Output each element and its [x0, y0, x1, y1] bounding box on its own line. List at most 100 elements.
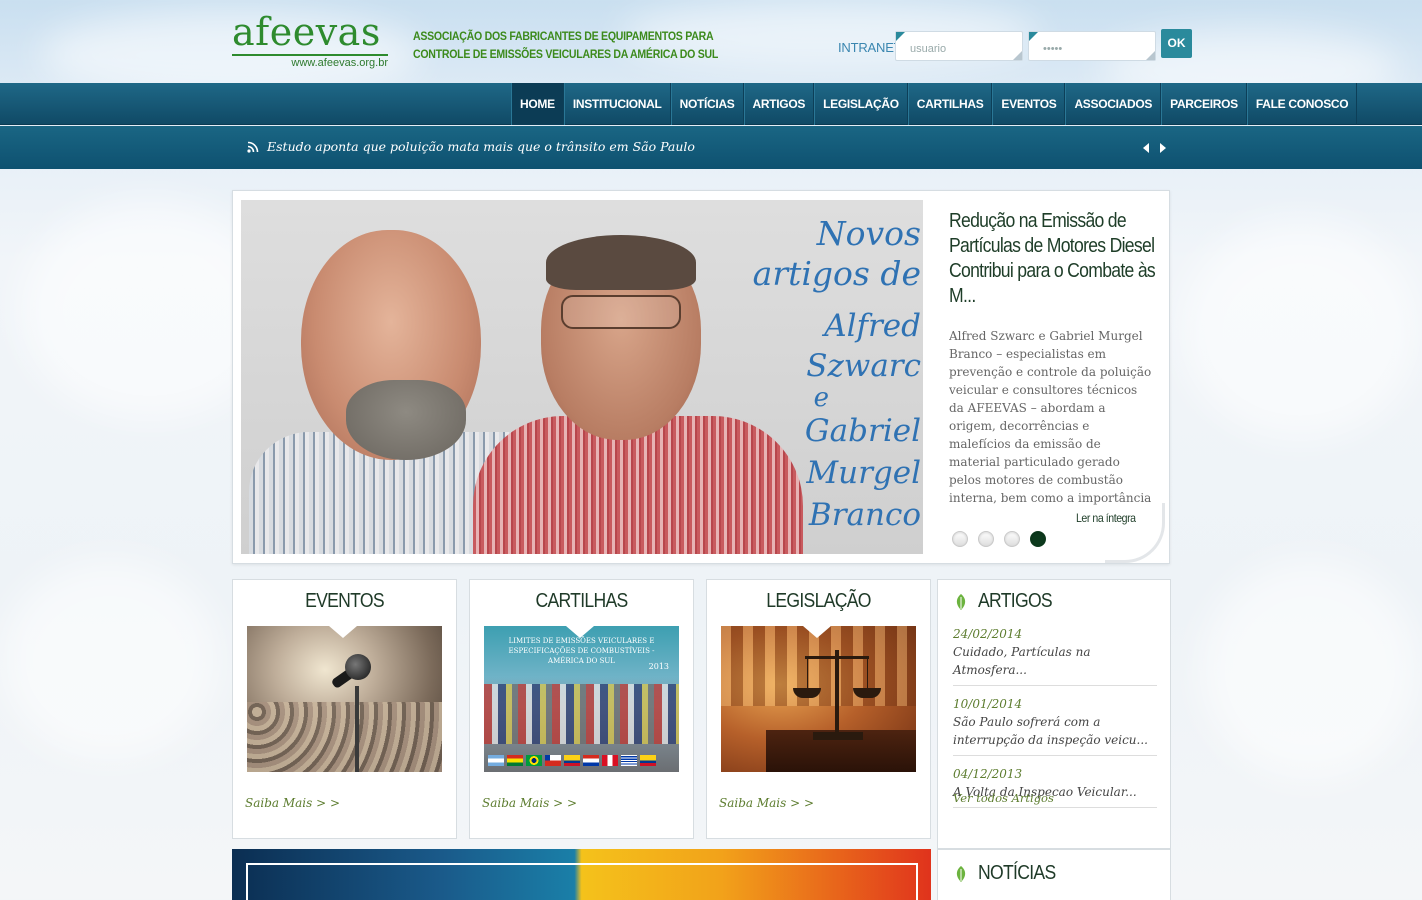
tagline-line: CONTROLE DE EMISSÕES VEICULARES DA AMÉRI… — [413, 47, 719, 61]
nav-item-eventos[interactable]: EVENTOS — [992, 83, 1066, 125]
legislacao-box: LEGISLAÇÃO Saiba Mais > > — [706, 579, 931, 839]
logo-url: www.afeevas.org.br — [291, 57, 388, 69]
flag-icon — [621, 755, 637, 766]
cartilhas-box: CARTILHAS LIMITES DE EMISSÕES VEICULARES… — [469, 579, 694, 839]
nav-item-institucional[interactable]: INSTITUCIONAL — [563, 83, 671, 125]
main-navigation: HOME INSTITUCIONAL NOTÍCIAS ARTIGOS LEGI… — [0, 83, 1422, 125]
microphone-stand — [355, 686, 359, 772]
overlay-line: Alfred Szwarc — [806, 308, 921, 384]
scale-beam — [805, 656, 869, 659]
password-field[interactable]: ••••• — [1028, 31, 1156, 61]
image-notch — [803, 626, 831, 638]
saiba-mais-link[interactable]: Saiba Mais > > — [482, 796, 577, 810]
overlay-line: e — [813, 383, 829, 413]
flag-icon — [545, 755, 561, 766]
promo-banner[interactable] — [232, 849, 931, 900]
microphone-icon — [345, 654, 371, 680]
list-item[interactable]: 10/01/2014 São Paulo sofrerá com a inter… — [953, 696, 1157, 756]
ticker-headline[interactable]: Estudo aponta que poluição mata mais que… — [267, 139, 695, 154]
flag-icon — [640, 755, 656, 766]
scale-base — [813, 732, 863, 740]
featured-summary: Redução na Emissão de Partículas de Moto… — [949, 209, 1159, 507]
nav-item-associados[interactable]: ASSOCIADOS — [1065, 83, 1162, 125]
eventos-box: EVENTOS Saiba Mais > > — [232, 579, 457, 839]
artigos-title: ARTIGOS — [978, 590, 1053, 612]
slider-dot[interactable] — [952, 531, 968, 547]
scale-icon — [835, 650, 839, 736]
nav-item-fale-conosco[interactable]: FALE CONOSCO — [1246, 83, 1358, 125]
slider-dot[interactable] — [978, 531, 994, 547]
logo-text: afeevas — [232, 10, 381, 54]
slider-pagination — [952, 531, 1046, 547]
person-beard — [346, 380, 466, 460]
artigos-header: ARTIGOS — [954, 590, 1062, 613]
box-title: EVENTOS — [305, 590, 385, 612]
flag-icon — [488, 755, 504, 766]
intranet-label: INTRANET — [838, 40, 902, 55]
saiba-mais-link[interactable]: Saiba Mais > > — [245, 796, 340, 810]
see-all-articles-link[interactable]: Ver todos Artigos — [953, 791, 1054, 805]
photo-overlay-text: Novos artigos de Alfred Szwarc e Gabriel… — [711, 214, 921, 536]
logo-underline — [232, 54, 388, 56]
ticker-prev-icon[interactable] — [1143, 143, 1149, 153]
scale-string — [867, 658, 868, 690]
background-cloud — [0, 560, 220, 760]
news-ticker — [0, 126, 1422, 169]
overlay-line: Novos artigos de — [752, 214, 921, 293]
cartilhas-image[interactable]: LIMITES DE EMISSÕES VEICULARES E ESPECIF… — [484, 626, 679, 772]
flag-icon — [583, 755, 599, 766]
nav-item-noticias[interactable]: NOTÍCIAS — [670, 83, 744, 125]
tagline-line: ASSOCIAÇÃO DOS FABRICANTES DE EQUIPAMENT… — [413, 29, 714, 43]
slider-dot-active[interactable] — [1030, 531, 1046, 547]
traffic — [484, 684, 679, 744]
noticias-panel: NOTÍCIAS — [937, 849, 1171, 900]
banner-frame — [246, 863, 918, 900]
flag-icon — [507, 755, 523, 766]
article-date: 24/02/2014 — [953, 627, 1023, 641]
artigos-panel: ARTIGOS 24/02/2014 Cuidado, Partículas n… — [937, 579, 1171, 849]
slider-dot[interactable] — [1004, 531, 1020, 547]
flag-icon — [564, 755, 580, 766]
nav-item-cartilhas[interactable]: CARTILHAS — [907, 83, 993, 125]
box-title: LEGISLAÇÃO — [766, 590, 871, 612]
noticias-title: NOTÍCIAS — [978, 862, 1056, 884]
leaf-icon — [956, 593, 966, 610]
audience — [247, 702, 442, 772]
site-tagline: ASSOCIAÇÃO DOS FABRICANTES DE EQUIPAMENT… — [413, 27, 719, 63]
overlay-line: Branco — [808, 497, 921, 533]
article-title[interactable]: São Paulo sofrerá com a interrupção da i… — [953, 713, 1157, 749]
artigos-list: 24/02/2014 Cuidado, Partículas na Atmosf… — [953, 626, 1157, 818]
country-flags — [488, 755, 656, 766]
person-hair — [546, 235, 696, 290]
saiba-mais-link[interactable]: Saiba Mais > > — [719, 796, 814, 810]
eventos-image[interactable] — [247, 626, 442, 772]
nav-item-artigos[interactable]: ARTIGOS — [743, 83, 815, 125]
person-glasses — [561, 295, 681, 329]
rss-icon — [247, 141, 259, 153]
site-logo[interactable]: afeevas www.afeevas.org.br — [232, 12, 388, 69]
noticias-header: NOTÍCIAS — [954, 862, 1066, 885]
article-date: 10/01/2014 — [953, 697, 1023, 711]
nav-item-legislacao[interactable]: LEGISLAÇÃO — [814, 83, 908, 125]
site-header: afeevas www.afeevas.org.br ASSOCIAÇÃO DO… — [0, 0, 1422, 83]
username-field[interactable]: usuario — [895, 31, 1023, 61]
image-notch — [329, 626, 357, 638]
nav-item-home[interactable]: HOME — [511, 83, 564, 125]
login-ok-button[interactable]: OK — [1161, 29, 1192, 58]
featured-title[interactable]: Redução na Emissão de Partículas de Moto… — [949, 209, 1160, 309]
cartilha-cover-year: 2013 — [648, 662, 669, 671]
featured-photo[interactable]: Novos artigos de Alfred Szwarc e Gabriel… — [241, 200, 923, 554]
ticker-next-icon[interactable] — [1160, 143, 1166, 153]
read-more-link[interactable]: Ler na íntegra — [1076, 511, 1136, 525]
article-title[interactable]: Cuidado, Partículas na Atmosfera... — [953, 643, 1157, 679]
legislacao-image[interactable] — [721, 626, 916, 772]
nav-item-parceiros[interactable]: PARCEIROS — [1161, 83, 1247, 125]
flag-icon — [602, 755, 618, 766]
article-date: 04/12/2013 — [953, 767, 1023, 781]
flag-icon — [526, 755, 542, 766]
overlay-line: Gabriel Murgel — [804, 413, 921, 491]
list-item[interactable]: 24/02/2014 Cuidado, Partículas na Atmosf… — [953, 626, 1157, 686]
background-cloud — [1200, 560, 1420, 780]
background-cloud — [1180, 220, 1420, 440]
box-title: CARTILHAS — [535, 590, 628, 612]
